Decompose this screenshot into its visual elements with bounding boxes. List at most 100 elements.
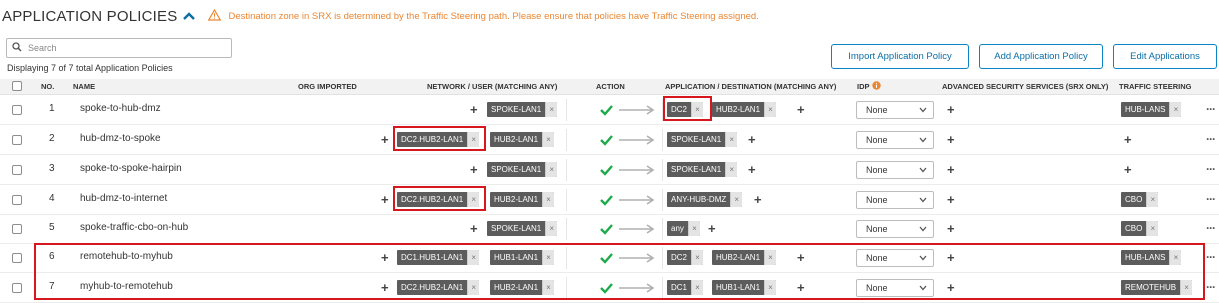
remove-tag-icon[interactable]: ×	[725, 162, 738, 177]
remove-tag-icon[interactable]: ×	[1146, 221, 1159, 236]
more-options-icon[interactable]: ···	[1206, 102, 1216, 116]
table-row[interactable]: 3 spoke-to-spoke-hairpin + SPOKE-LAN1 × SP…	[0, 155, 1219, 185]
add-application-icon[interactable]: +	[748, 163, 756, 176]
remove-tag-icon[interactable]: ×	[687, 221, 700, 236]
idp-select[interactable]: None	[856, 101, 934, 119]
add-network-icon[interactable]: +	[381, 251, 389, 264]
column-application[interactable]: APPLICATION / DESTINATION (MATCHING ANY)	[665, 82, 836, 91]
remove-tag-icon[interactable]: ×	[1180, 280, 1193, 295]
more-options-icon[interactable]: ···	[1206, 162, 1216, 176]
add-security-service-icon[interactable]: +	[947, 103, 955, 116]
add-application-icon[interactable]: +	[708, 222, 716, 235]
policy-name[interactable]: myhub-to-remotehub	[80, 281, 173, 292]
remove-tag-icon[interactable]: ×	[542, 132, 555, 147]
action-allow-icon[interactable]	[597, 163, 657, 177]
idp-select[interactable]: None	[856, 220, 934, 238]
more-options-icon[interactable]: ···	[1206, 221, 1216, 235]
add-security-service-icon[interactable]: +	[947, 193, 955, 206]
add-application-icon[interactable]: +	[754, 193, 762, 206]
column-no[interactable]: NO.	[41, 82, 54, 91]
action-allow-icon[interactable]	[597, 133, 657, 147]
table-row[interactable]: 4 hub-dmz-to-internet + DC2.HUB2-LAN1 × HU…	[0, 185, 1219, 215]
table-row[interactable]: 1 spoke-to-hub-dmz + SPOKE-LAN1 × DC2 × HU…	[0, 95, 1219, 125]
column-org-imported[interactable]: ORG IMPORTED	[298, 82, 357, 91]
add-security-service-icon[interactable]: +	[947, 222, 955, 235]
remove-tag-icon[interactable]: ×	[467, 132, 480, 147]
edit-applications-button[interactable]: Edit Applications	[1113, 44, 1217, 69]
remove-tag-icon[interactable]: ×	[467, 250, 480, 265]
column-advanced-security[interactable]: ADVANCED SECURITY SERVICES (SRX ONLY)	[942, 82, 1108, 91]
add-steering-icon[interactable]: +	[1124, 163, 1132, 176]
import-application-policy-button[interactable]: Import Application Policy	[831, 44, 969, 69]
add-network-icon[interactable]: +	[381, 193, 389, 206]
more-options-icon[interactable]: ···	[1206, 192, 1216, 206]
add-network-icon[interactable]: +	[470, 103, 478, 116]
add-application-icon[interactable]: +	[797, 281, 805, 294]
add-application-icon[interactable]: +	[748, 133, 756, 146]
row-checkbox[interactable]	[12, 253, 22, 263]
add-network-icon[interactable]: +	[381, 133, 389, 146]
add-security-service-icon[interactable]: +	[947, 133, 955, 146]
add-application-icon[interactable]: +	[797, 103, 805, 116]
column-network[interactable]: NETWORK / USER (MATCHING ANY)	[427, 82, 557, 91]
info-icon[interactable]	[872, 81, 881, 92]
remove-tag-icon[interactable]: ×	[542, 192, 555, 207]
search-input[interactable]	[26, 42, 226, 54]
remove-tag-icon[interactable]: ×	[542, 250, 555, 265]
idp-select[interactable]: None	[856, 279, 934, 297]
column-action[interactable]: ACTION	[596, 82, 625, 91]
action-allow-icon[interactable]	[597, 103, 657, 117]
remove-tag-icon[interactable]: ×	[1146, 192, 1159, 207]
row-checkbox[interactable]	[12, 195, 22, 205]
row-checkbox[interactable]	[12, 283, 22, 293]
add-steering-icon[interactable]: +	[1124, 133, 1132, 146]
table-row[interactable]: 7 myhub-to-remotehub + DC2.HUB2-LAN1 × HUB…	[0, 273, 1219, 303]
add-application-policy-button[interactable]: Add Application Policy	[979, 44, 1103, 69]
remove-tag-icon[interactable]: ×	[730, 192, 743, 207]
search-box[interactable]	[6, 38, 232, 58]
action-allow-icon[interactable]	[597, 281, 657, 295]
idp-select[interactable]: None	[856, 131, 934, 149]
remove-tag-icon[interactable]: ×	[691, 250, 704, 265]
more-options-icon[interactable]: ···	[1206, 280, 1216, 294]
add-security-service-icon[interactable]: +	[947, 281, 955, 294]
remove-tag-icon[interactable]: ×	[1169, 250, 1182, 265]
column-name[interactable]: NAME	[73, 82, 95, 91]
row-checkbox[interactable]	[12, 135, 22, 145]
add-network-icon[interactable]: +	[381, 281, 389, 294]
action-allow-icon[interactable]	[597, 222, 657, 236]
column-traffic-steering[interactable]: TRAFFIC STEERING	[1119, 82, 1192, 91]
more-options-icon[interactable]: ···	[1206, 132, 1216, 146]
chevron-up-icon[interactable]	[182, 8, 198, 24]
remove-tag-icon[interactable]: ×	[545, 221, 558, 236]
remove-tag-icon[interactable]: ×	[764, 102, 777, 117]
remove-tag-icon[interactable]: ×	[691, 102, 704, 117]
add-application-icon[interactable]: +	[797, 251, 805, 264]
idp-select[interactable]: None	[856, 191, 934, 209]
row-checkbox[interactable]	[12, 105, 22, 115]
table-row[interactable]: 6 remotehub-to-myhub + DC1.HUB1-LAN1 × HUB…	[0, 243, 1219, 273]
policy-name[interactable]: spoke-traffic-cbo-on-hub	[80, 222, 188, 233]
remove-tag-icon[interactable]: ×	[545, 102, 558, 117]
more-options-icon[interactable]: ···	[1206, 250, 1216, 264]
select-all-checkbox[interactable]	[12, 81, 22, 91]
remove-tag-icon[interactable]: ×	[545, 162, 558, 177]
add-security-service-icon[interactable]: +	[947, 251, 955, 264]
row-checkbox[interactable]	[12, 165, 22, 175]
add-security-service-icon[interactable]: +	[947, 163, 955, 176]
remove-tag-icon[interactable]: ×	[691, 280, 704, 295]
remove-tag-icon[interactable]: ×	[467, 280, 480, 295]
remove-tag-icon[interactable]: ×	[764, 250, 777, 265]
policy-name[interactable]: hub-dmz-to-internet	[80, 193, 167, 204]
table-row[interactable]: 2 hub-dmz-to-spoke + DC2.HUB2-LAN1 × HUB2-…	[0, 125, 1219, 155]
row-checkbox[interactable]	[12, 224, 22, 234]
policy-name[interactable]: remotehub-to-myhub	[80, 251, 173, 262]
remove-tag-icon[interactable]: ×	[467, 192, 480, 207]
add-network-icon[interactable]: +	[470, 163, 478, 176]
column-idp[interactable]: IDP	[857, 82, 870, 91]
remove-tag-icon[interactable]: ×	[542, 280, 555, 295]
remove-tag-icon[interactable]: ×	[725, 132, 738, 147]
action-allow-icon[interactable]	[597, 251, 657, 265]
policy-name[interactable]: spoke-to-spoke-hairpin	[80, 163, 182, 174]
table-row[interactable]: 5 spoke-traffic-cbo-on-hub + SPOKE-LAN1 × …	[0, 214, 1219, 244]
